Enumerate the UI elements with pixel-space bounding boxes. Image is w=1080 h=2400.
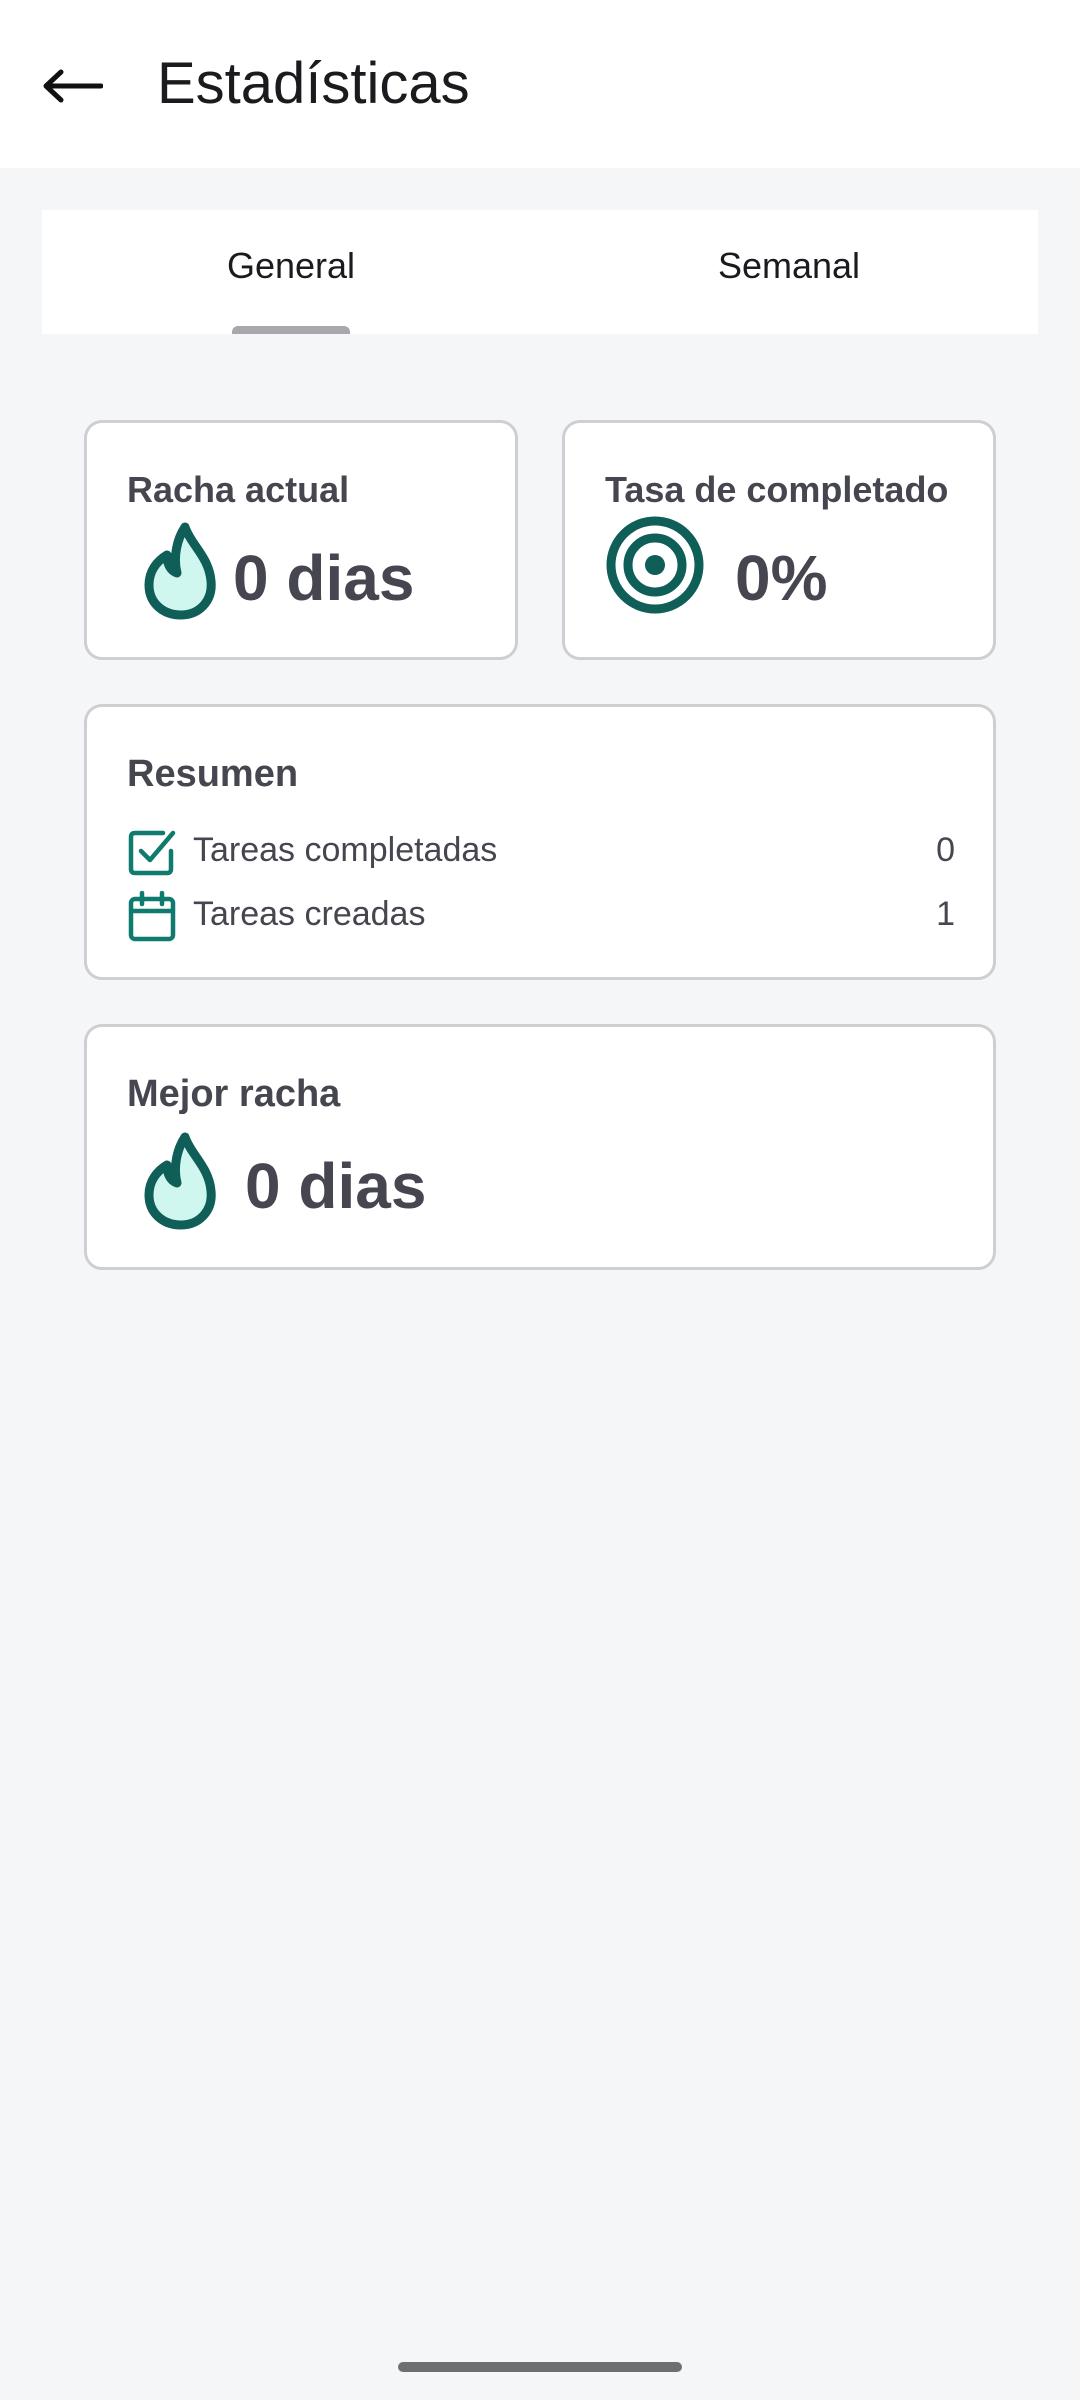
completion-rate-card: Tasa de completado 0% [562, 420, 996, 660]
back-button[interactable] [30, 44, 114, 128]
tasks-created-value: 1 [936, 895, 955, 933]
completion-rate-value: 0% [735, 542, 828, 614]
tab-selected-indicator [232, 326, 350, 334]
tab-general-label: General [226, 245, 356, 286]
gesture-home-indicator[interactable] [398, 2362, 682, 2372]
tasks-completed-value: 0 [936, 831, 955, 869]
best-streak-label: Mejor racha [127, 1073, 341, 1115]
tasks-completed-label: Tareas completadas [193, 831, 498, 869]
tab-general[interactable]: General [42, 210, 540, 334]
current-streak-card: Racha actual 0 dias [84, 420, 518, 660]
flame-icon [144, 1132, 216, 1230]
tab-semanal[interactable]: Semanal [540, 210, 1038, 334]
arrow-back-icon [43, 69, 103, 103]
calendar-icon [128, 891, 176, 942]
summary-title: Resumen [127, 753, 299, 795]
tab-semanal-label: Semanal [717, 245, 861, 286]
summary-card: Resumen Tareas completadas 0 Tareas crea… [84, 704, 996, 980]
tasks-created-label: Tareas creadas [193, 895, 426, 933]
current-streak-value: 0 dias [233, 542, 415, 614]
checkbox-icon [128, 830, 176, 876]
tab-bar: General Semanal [42, 210, 1038, 334]
best-streak-value: 0 dias [245, 1150, 427, 1222]
current-streak-label: Racha actual [127, 469, 350, 510]
flame-icon [144, 522, 216, 620]
completion-rate-label: Tasa de completado [605, 469, 949, 510]
target-icon [606, 516, 704, 614]
page-title: Estadísticas [157, 51, 470, 116]
top-app-bar: Estadísticas [0, 0, 1080, 168]
best-streak-card: Mejor racha 0 dias [84, 1024, 996, 1270]
